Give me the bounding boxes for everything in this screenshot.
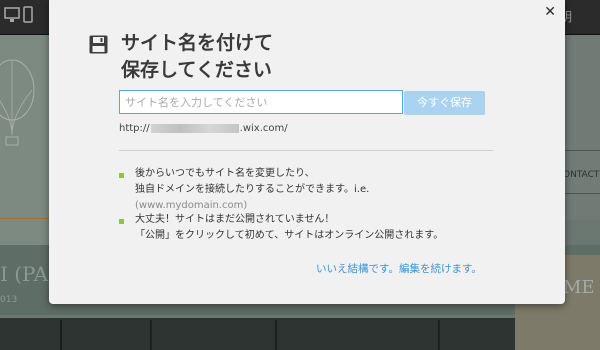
section-subtext: 013 <box>0 295 18 305</box>
url-suffix: .wix.com/ <box>239 123 288 134</box>
close-icon[interactable]: ✕ <box>544 5 556 19</box>
photo-strip <box>0 318 600 350</box>
url-redacted <box>150 123 239 133</box>
url-prefix: http:// <box>119 123 150 134</box>
site-url-preview: http:// .wix.com/ <box>119 123 288 134</box>
photo-detail <box>275 320 277 350</box>
desktop-view-icon[interactable] <box>4 6 22 26</box>
dialog-title-line: サイト名を付けて <box>121 32 274 54</box>
site-name-input[interactable] <box>119 90 403 114</box>
info-note-line: 大丈夫！サイトはまだ公開されていません！ <box>135 214 335 225</box>
bullet-icon <box>119 173 124 178</box>
bullet-icon <box>119 219 124 224</box>
info-note-line: 「公開」をクリックして初めて、サイトはオンライン公開されます。 <box>135 230 444 241</box>
info-note: 後からいつでもサイト名を変更したり、 独自ドメインを接続したりすることができます… <box>135 166 515 214</box>
save-now-button[interactable]: 今すぐ保存 <box>404 91 485 115</box>
contact-label: ONTACT <box>563 170 600 180</box>
photo-detail <box>60 320 62 350</box>
dialog-title: サイト名を付けて 保存してください <box>121 30 451 84</box>
continue-editing-link[interactable]: いいえ結構です。編集を続けます。 <box>316 261 482 276</box>
info-note-line: 後からいつでもサイト名を変更したり、 <box>135 168 315 179</box>
info-note-text: 独自ドメインを接続したりすることができます。i.e. <box>135 184 370 195</box>
photo-detail <box>150 320 152 350</box>
divider <box>119 150 493 151</box>
info-note: 大丈夫！サイトはまだ公開されていません！ 「公開」をクリックして初めて、サイトは… <box>135 212 515 244</box>
info-note-line: 独自ドメインを接続したりすることができます。i.e. (www.mydomain… <box>135 182 515 214</box>
right-heading: ME <box>563 277 595 298</box>
save-site-dialog: ✕ サイト名を付けて 保存してください 今すぐ保存 http:// .wix.co… <box>49 0 565 304</box>
photo-detail <box>438 320 440 350</box>
balloon-illustration <box>0 59 35 146</box>
floppy-disk-icon <box>89 35 108 54</box>
dialog-title-line: 保存してください <box>121 59 272 81</box>
mobile-view-icon[interactable] <box>22 6 40 26</box>
